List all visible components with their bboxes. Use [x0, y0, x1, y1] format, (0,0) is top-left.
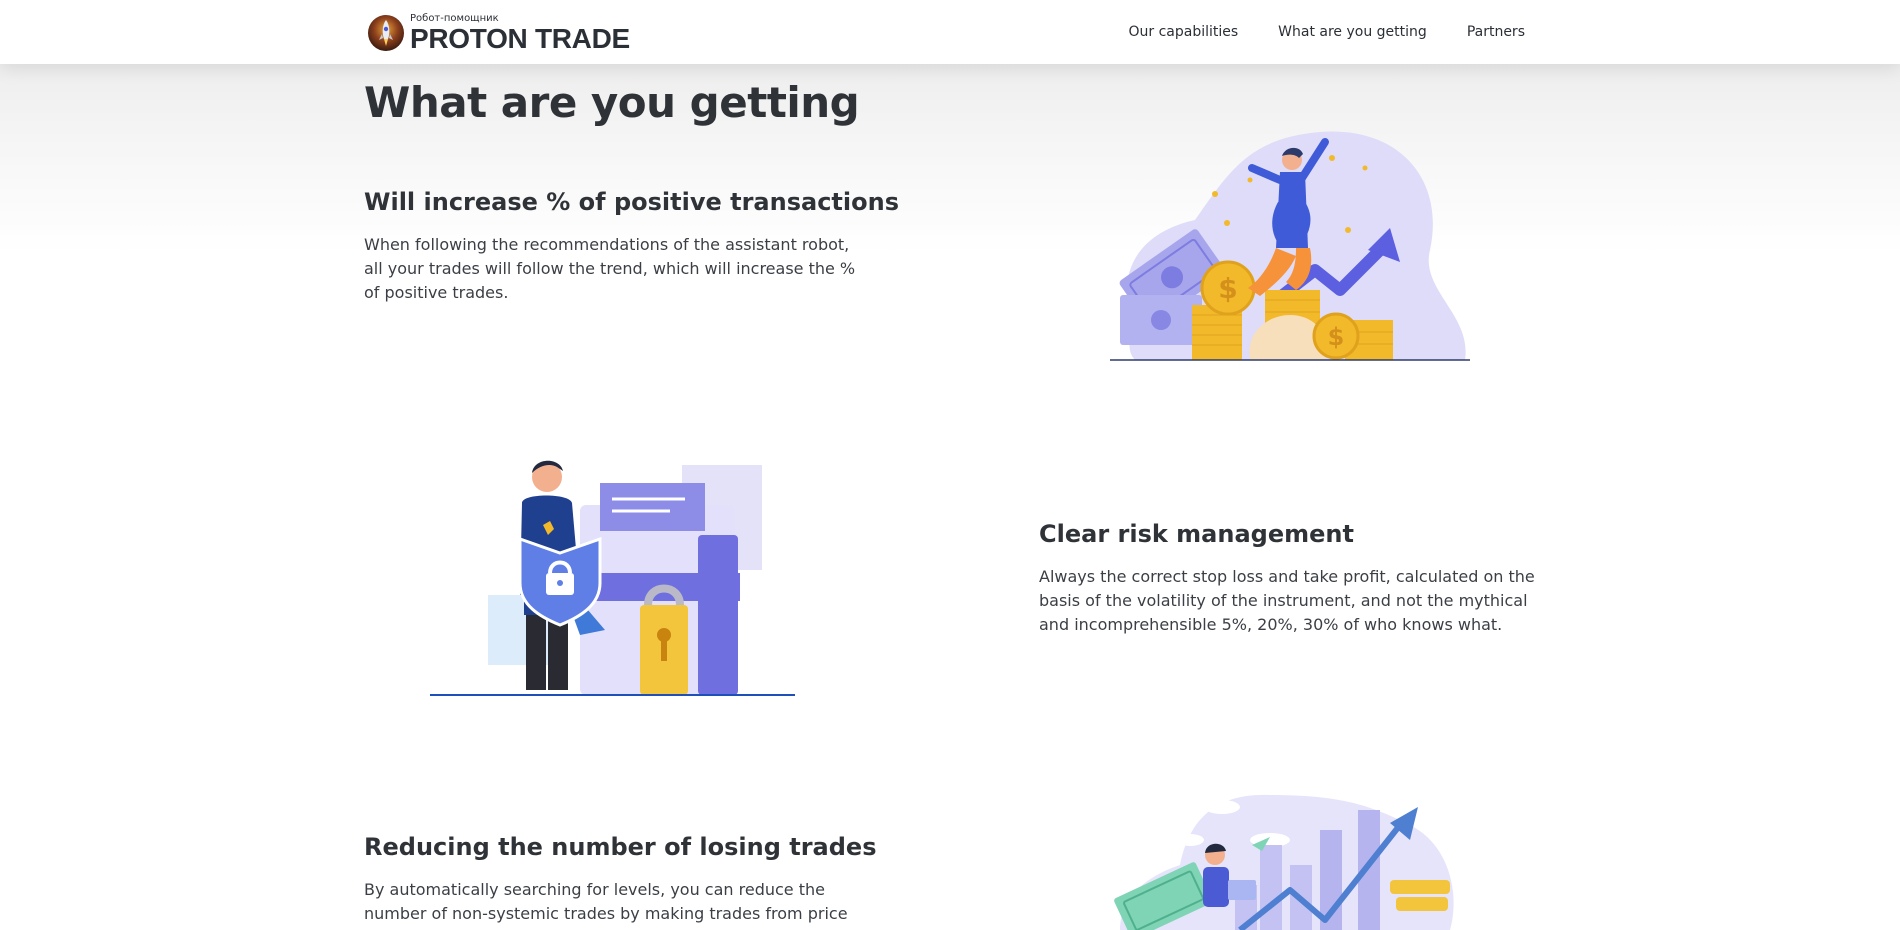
feature-text-risk-management: Always the correct stop loss and take pr…: [1039, 567, 1535, 634]
hero-background: [0, 64, 1900, 254]
section-title: What are you getting: [364, 78, 860, 127]
feature-text-positive-transactions: When following the recommendations of th…: [364, 235, 856, 302]
logo-title: PROTON TRADE: [410, 23, 630, 54]
security-shield-illustration: [430, 460, 795, 696]
feature-text-losing-trades: By automatically searching for levels, y…: [364, 880, 848, 923]
svg-text:$: $: [1328, 323, 1345, 351]
money-growth-illustration: $ $: [1110, 131, 1470, 361]
site-header: Робот-помощник PROTON TRADE Our capabili…: [0, 0, 1900, 64]
nav-item-our-capabilities[interactable]: Our capabilities: [1128, 22, 1238, 42]
feature-title-losing-trades: Reducing the number of losing trades: [364, 833, 877, 861]
rocket-logo-icon: [368, 15, 404, 51]
feature-title-positive-transactions: Will increase % of positive transactions: [364, 188, 899, 216]
nav-item-what-are-you-getting[interactable]: What are you getting: [1278, 22, 1427, 42]
trading-growth-illustration: [1114, 794, 1454, 930]
svg-text:$: $: [1218, 272, 1237, 305]
feature-title-risk-management: Clear risk management: [1039, 520, 1354, 548]
main-nav: Our capabilities What are you getting Pa…: [1088, 22, 1525, 42]
logo[interactable]: Робот-помощник PROTON TRADE: [367, 12, 630, 54]
nav-item-partners[interactable]: Partners: [1467, 22, 1525, 42]
